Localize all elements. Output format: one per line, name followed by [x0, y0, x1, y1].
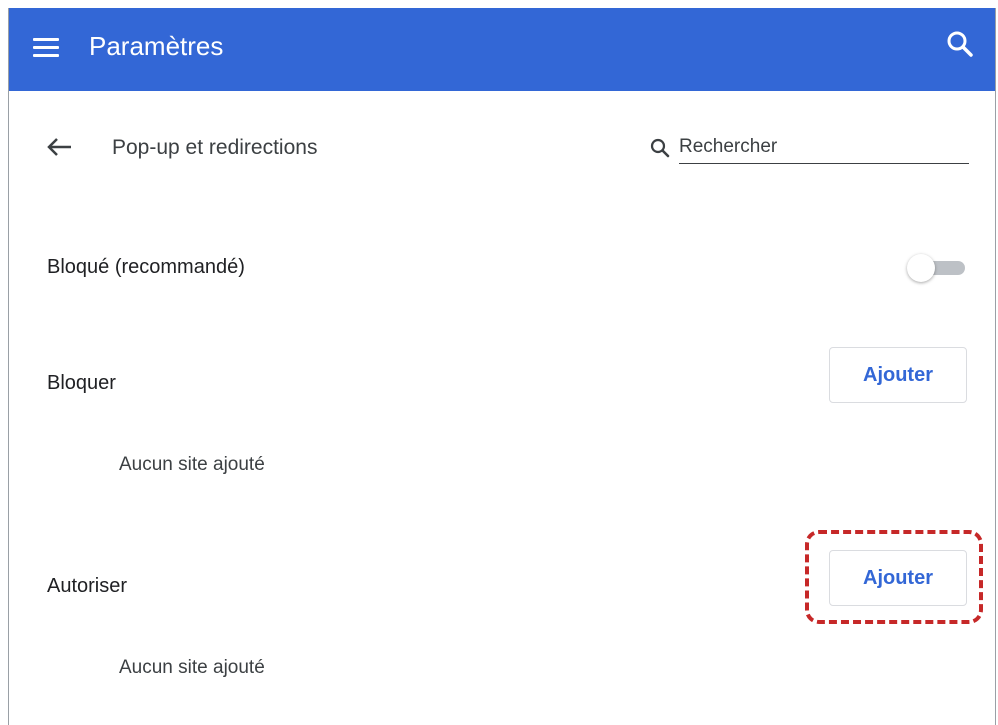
blocked-setting-label: Bloqué (recommandé) — [47, 256, 245, 278]
allow-section-label: Autoriser — [47, 575, 128, 597]
menu-icon[interactable] — [29, 30, 63, 64]
search-input[interactable] — [679, 131, 969, 164]
page-subheader: Pop-up et redirections — [9, 91, 995, 201]
app-title: Paramètres — [89, 31, 224, 61]
settings-search — [645, 129, 969, 167]
block-add-button[interactable]: Ajouter — [829, 347, 967, 403]
block-empty-text: Aucun site ajouté — [119, 454, 265, 475]
highlight-annotation — [805, 530, 983, 624]
settings-window: Paramètres Pop-up et redirections Recher… — [8, 8, 996, 725]
search-icon[interactable] — [943, 28, 977, 62]
page-title: Pop-up et redirections — [112, 136, 318, 159]
allow-empty-text: Aucun site ajouté — [119, 657, 265, 678]
search-icon — [649, 137, 671, 159]
top-app-bar: Paramètres — [9, 8, 995, 91]
blocked-toggle[interactable] — [907, 254, 965, 282]
back-arrow-icon[interactable] — [43, 131, 75, 163]
block-section-label: Bloquer — [47, 372, 116, 394]
toggle-knob — [907, 254, 935, 282]
